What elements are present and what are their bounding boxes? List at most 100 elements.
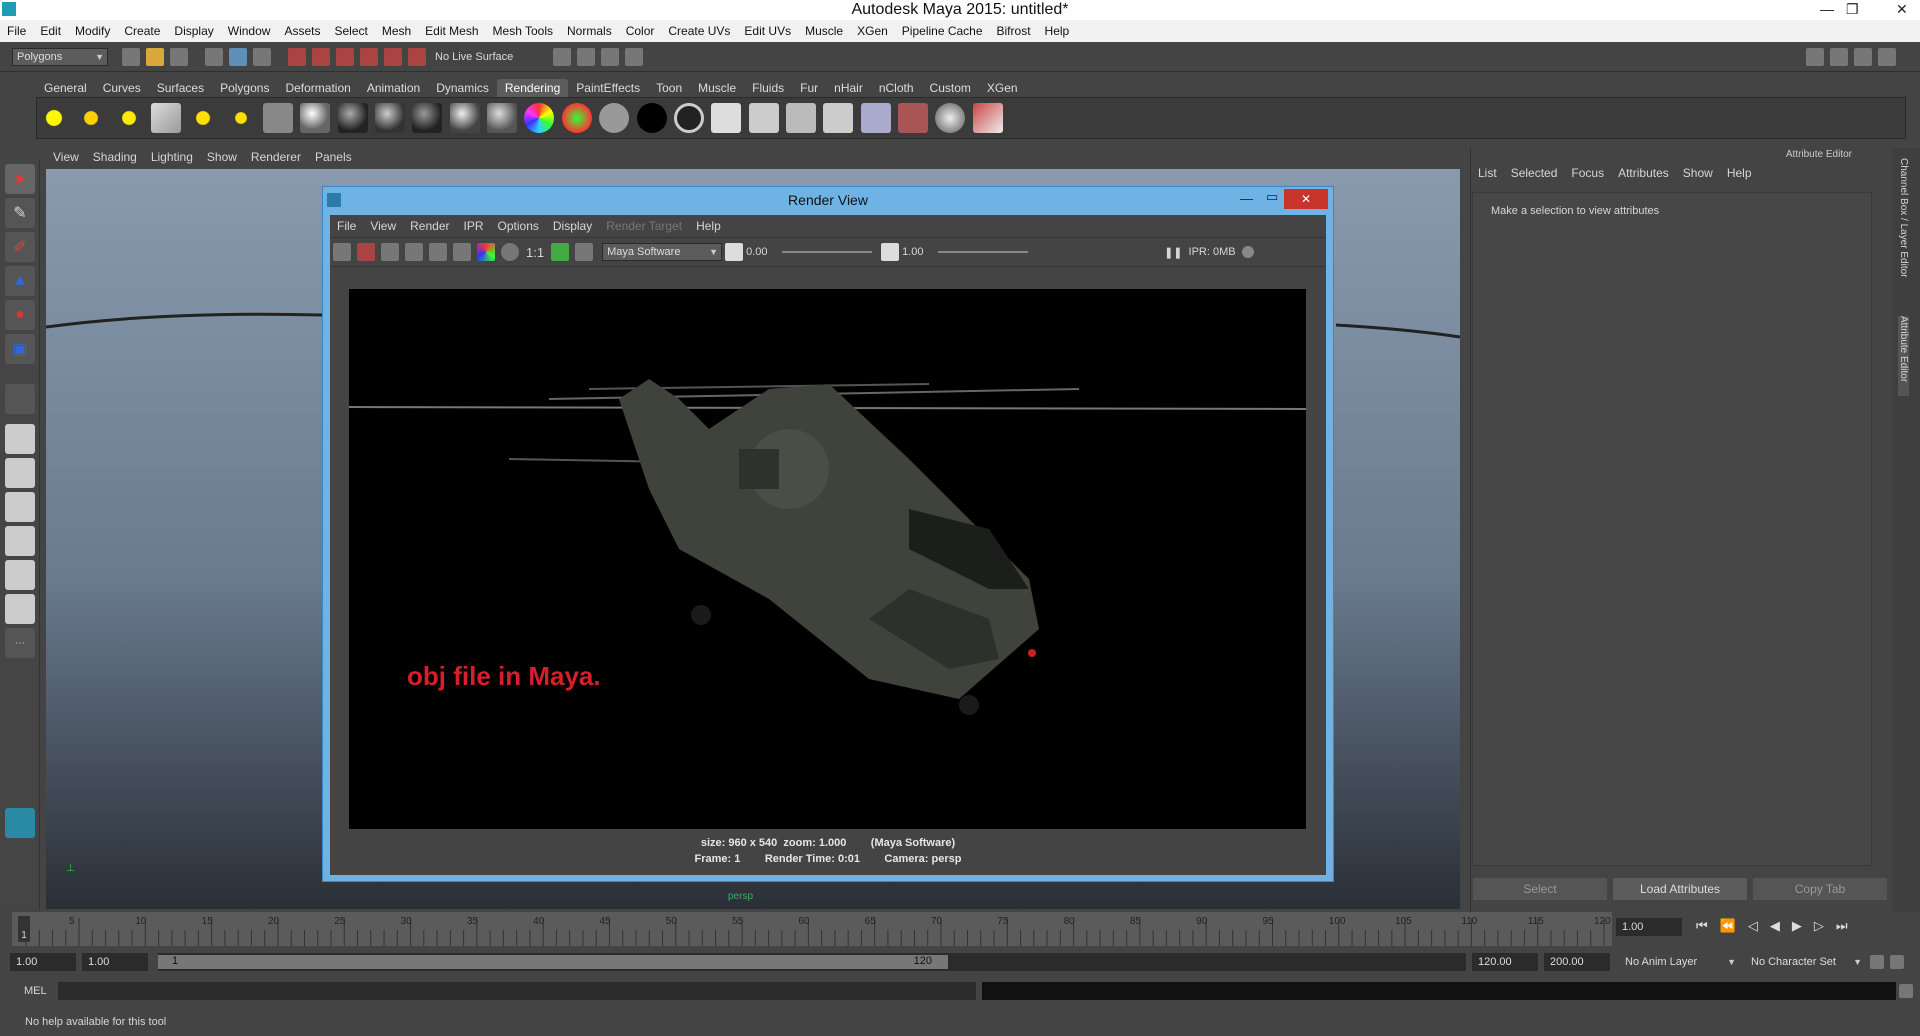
hypershade-layout-icon[interactable] (5, 560, 35, 590)
menu-muscle[interactable]: Muscle (798, 20, 850, 42)
spot-light-icon[interactable] (151, 103, 182, 133)
key-icon[interactable] (1870, 955, 1884, 969)
render-view-icon[interactable] (711, 103, 742, 133)
alpha-channel-icon[interactable] (501, 243, 519, 261)
go-to-end-icon[interactable]: ⏭ (1836, 918, 1848, 934)
rv-menu-options[interactable]: Options (491, 215, 546, 237)
tab-attribute-editor[interactable]: Attribute Editor (1898, 316, 1909, 396)
ae-menu-show[interactable]: Show (1676, 162, 1720, 184)
render-frame-icon[interactable] (553, 47, 572, 66)
menu-edit[interactable]: Edit (33, 20, 68, 42)
last-tool-icon[interactable] (5, 384, 35, 414)
menu-create-uvs[interactable]: Create UVs (661, 20, 737, 42)
viewport-menu-panels[interactable]: Panels (308, 148, 359, 166)
display-real-size-icon[interactable] (551, 243, 570, 261)
shelf-tab-toon[interactable]: Toon (648, 79, 690, 97)
rv-menu-file[interactable]: File (330, 215, 363, 237)
viewport-menu-view[interactable]: View (46, 148, 86, 166)
ipr-render-icon[interactable] (577, 47, 596, 66)
menu-xgen[interactable]: XGen (850, 20, 895, 42)
tab-channel-box[interactable]: Channel Box / Layer Editor (1898, 158, 1909, 308)
menu-modify[interactable]: Modify (68, 20, 117, 42)
menu-pipeline-cache[interactable]: Pipeline Cache (895, 20, 990, 42)
gamma-slider[interactable] (938, 251, 1029, 253)
shelf-tab-dynamics[interactable]: Dynamics (428, 79, 497, 97)
rv-menu-render[interactable]: Render (403, 215, 456, 237)
menu-edit-uvs[interactable]: Edit UVs (737, 20, 798, 42)
rv-menu-view[interactable]: View (363, 215, 403, 237)
ratio-label[interactable]: 1:1 (526, 245, 544, 260)
exposure-slider[interactable] (782, 251, 873, 253)
shelf-tab-xgen[interactable]: XGen (979, 79, 1026, 97)
anim-layer-dropdown[interactable]: No Anim Layer ▼ (1620, 953, 1740, 971)
render-settings-icon[interactable] (601, 47, 620, 66)
rv-menu-render-target[interactable]: Render Target (599, 215, 689, 237)
refresh-icon[interactable] (429, 243, 447, 261)
layout-toggle-icon[interactable] (1806, 47, 1825, 66)
menu-file[interactable]: File (0, 20, 33, 42)
viewport-menu-renderer[interactable]: Renderer (244, 148, 308, 166)
rv-menu-display[interactable]: Display (546, 215, 599, 237)
rv-menu-help[interactable]: Help (689, 215, 728, 237)
menu-display[interactable]: Display (167, 20, 220, 42)
camera-icon[interactable] (263, 103, 294, 133)
pause-icon[interactable]: ❚❚ (1164, 246, 1182, 259)
shelf-tab-animation[interactable]: Animation (359, 79, 428, 97)
menu-mesh[interactable]: Mesh (375, 20, 418, 42)
layered-shader-icon[interactable] (487, 103, 518, 133)
command-input[interactable] (58, 982, 976, 1000)
lambert-shader-icon[interactable] (300, 103, 331, 133)
open-scene-icon[interactable] (146, 47, 164, 66)
ambient-light-icon[interactable] (39, 103, 69, 133)
select-hierarchy-icon[interactable] (205, 47, 223, 66)
render-image[interactable]: obj file in Maya. (349, 289, 1306, 829)
paint-select-tool-icon[interactable]: ✐ (5, 232, 35, 262)
snap-grid-icon[interactable] (288, 47, 306, 66)
shelf-tab-custom[interactable]: Custom (922, 79, 979, 97)
make-live-icon[interactable] (408, 47, 426, 66)
snapshot-icon[interactable] (381, 243, 399, 261)
shelf-tab-surfaces[interactable]: Surfaces (149, 79, 212, 97)
rv-maximize-button[interactable]: ▭ (1266, 189, 1278, 205)
select-tool-icon[interactable]: ➤ (5, 164, 35, 194)
close-button[interactable]: ✕ (1896, 0, 1908, 18)
viewport-menu-show[interactable]: Show (200, 148, 244, 166)
menu-edit-mesh[interactable]: Edit Mesh (418, 20, 485, 42)
restore-button[interactable]: ❐ (1846, 0, 1859, 18)
start-time-field[interactable]: 1.00 (10, 953, 76, 971)
step-back-key-icon[interactable]: ⏪ (1720, 918, 1736, 934)
ipr-icon[interactable] (785, 103, 816, 133)
ramp-shader-icon[interactable] (524, 103, 555, 133)
play-forwards-icon[interactable]: ▶ (1792, 918, 1802, 934)
single-perspective-layout-icon[interactable] (5, 424, 35, 454)
rgb-channels-icon[interactable] (477, 243, 495, 261)
renderer-dropdown[interactable]: Maya Software ▼ (602, 243, 723, 261)
render-settings-shelf-icon[interactable] (823, 103, 854, 133)
range-slider[interactable]: 1 120 (158, 953, 1466, 971)
use-background-icon[interactable] (636, 103, 667, 133)
snap-surface-icon[interactable] (384, 47, 402, 66)
snap-curve-icon[interactable] (312, 47, 330, 66)
render-current-icon[interactable] (748, 103, 779, 133)
playback-start-field[interactable]: 1.00 (82, 953, 148, 971)
current-time-field[interactable]: 1.00 (1616, 918, 1682, 936)
ae-load-attributes-button[interactable]: Load Attributes (1613, 878, 1747, 900)
playback-end-field[interactable]: 120.00 (1472, 953, 1538, 971)
maya-home-icon[interactable] (5, 808, 35, 838)
ae-copy-tab-button[interactable]: Copy Tab (1753, 878, 1887, 900)
shelf-tab-polygons[interactable]: Polygons (212, 79, 277, 97)
select-object-icon[interactable] (229, 47, 247, 66)
range-slider-handle[interactable]: 1 120 (158, 955, 948, 969)
gamma-icon[interactable] (881, 243, 900, 261)
point-light-icon[interactable] (113, 103, 144, 133)
paint-effects-icon[interactable] (972, 103, 1003, 133)
current-frame-marker[interactable]: 1 (18, 916, 30, 942)
ipr-render-button-icon[interactable] (357, 243, 375, 261)
render-region-icon[interactable] (405, 243, 423, 261)
snap-point-icon[interactable] (336, 47, 354, 66)
shelf-tab-curves[interactable]: Curves (95, 79, 149, 97)
tool-settings-toggle-icon[interactable] (1854, 47, 1873, 66)
rotate-tool-icon[interactable]: ● (5, 300, 35, 330)
layout-more-icon[interactable]: ⋯ (5, 628, 35, 658)
persp-outliner-layout-icon[interactable] (5, 492, 35, 522)
